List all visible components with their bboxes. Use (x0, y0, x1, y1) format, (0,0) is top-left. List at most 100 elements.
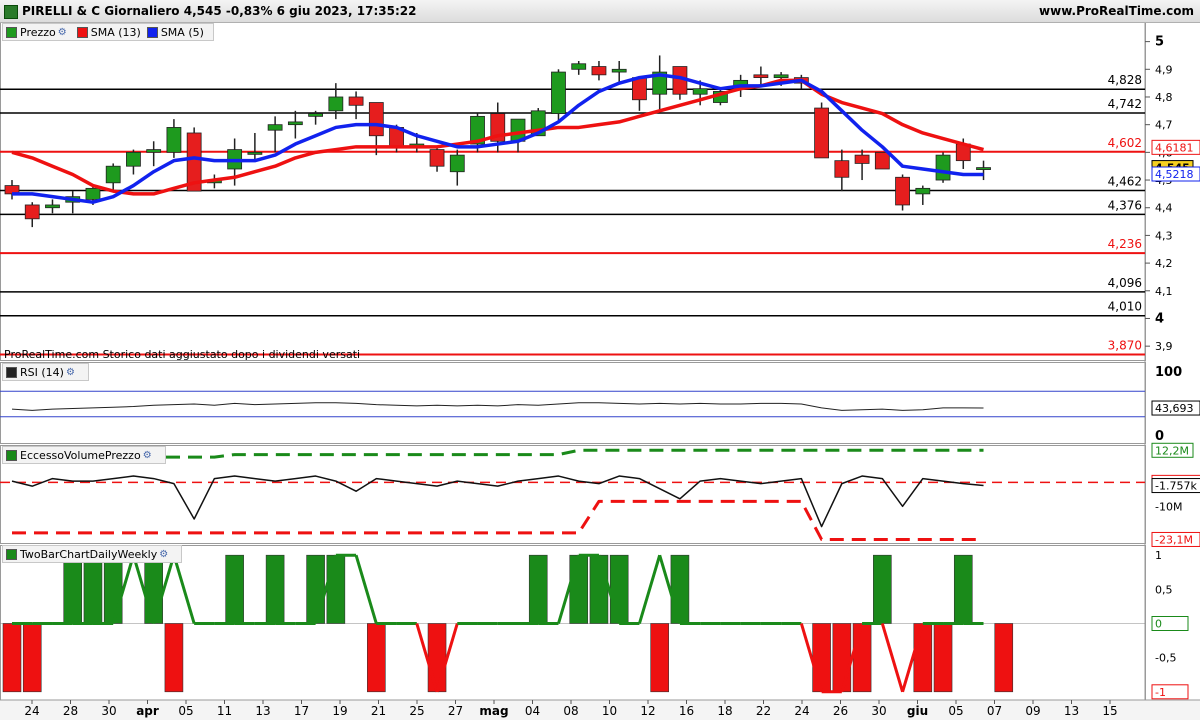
x-tick-label: 16 (679, 704, 694, 718)
candle-down (632, 77, 647, 101)
candle-up (308, 113, 324, 117)
twobar-green (873, 554, 892, 624)
twobar-legend[interactable]: TwoBarChartDailyWeekly ⚙ (2, 545, 183, 563)
instrument-icon (4, 5, 18, 19)
wrench-icon[interactable]: ⚙ (58, 27, 67, 38)
twobar-green (670, 554, 690, 624)
candle-down (24, 204, 40, 220)
twobar-green (609, 554, 629, 624)
price-y-tick-label: 4,1 (1155, 285, 1173, 298)
x-tick-label: 22 (756, 704, 771, 718)
rsi-y-tick-label: 100 (1155, 365, 1182, 380)
volume-tag: -1.757k (1155, 480, 1197, 493)
x-tick-label: 30 (871, 704, 886, 718)
x-tick-label: 09 (1025, 704, 1040, 718)
price-legend[interactable]: Prezzo ⚙ SMA (13) SMA (5) (2, 23, 214, 41)
level-label: 4,462 (1108, 175, 1142, 189)
candle-up (166, 127, 182, 153)
candle-down (429, 149, 445, 167)
x-tick-label: 19 (332, 704, 347, 718)
price-y-tick-label: 3,9 (1155, 340, 1173, 353)
candle-down (591, 66, 607, 76)
volume-y-tick-label: -10M (1155, 500, 1182, 513)
twobar-tag: 0 (1155, 618, 1162, 631)
price-tag: 4,6181 (1155, 141, 1194, 154)
candle-up (449, 154, 465, 173)
candle-up (571, 63, 587, 70)
level-label: 4,236 (1108, 237, 1142, 251)
candle-down (834, 160, 850, 178)
twobar-green (589, 554, 609, 624)
level-label: 4,010 (1108, 300, 1142, 314)
x-tick-label: 10 (602, 704, 617, 718)
x-tick-label: 30 (101, 704, 116, 718)
x-tick-label: 05 (948, 704, 963, 718)
x-tick-label: giu (907, 704, 928, 718)
wrench-icon[interactable]: ⚙ (159, 549, 168, 560)
twobar-green (569, 554, 589, 624)
x-tick-label: 24 (794, 704, 809, 718)
candle-up (85, 187, 101, 200)
candle-down (368, 102, 384, 137)
legend-sma5-label: SMA (5) (160, 25, 204, 39)
x-tick-label: 17 (294, 704, 309, 718)
price-y-tick-label: 4,3 (1155, 229, 1173, 242)
candle-up (773, 74, 789, 79)
price-y-tick-label: 4,9 (1155, 63, 1173, 76)
twobar-green (306, 554, 325, 624)
price-swatch (6, 26, 17, 38)
level-label: 4,376 (1108, 198, 1142, 212)
candle-down (753, 74, 769, 79)
twobar-line (880, 623, 904, 693)
x-tick-label: 25 (409, 704, 424, 718)
twobar-green (144, 554, 163, 624)
twobar-red (994, 623, 1014, 693)
volume-line (11, 475, 984, 528)
twobar-y-tick-label: 1 (1155, 549, 1162, 562)
rsi-line (11, 402, 984, 411)
twobar-red (913, 623, 933, 693)
x-tick-label: 11 (217, 704, 232, 718)
legend-price-label: Prezzo (20, 25, 56, 39)
twobar-green (103, 554, 123, 624)
legend-volume-label: EccessoVolumePrezzo (20, 448, 141, 462)
volume-lower-band (12, 499, 984, 541)
rsi-swatch (6, 366, 17, 378)
header-bar: PIRELLI & C Giornaliero 4,545 -0,83% 6 g… (0, 0, 1200, 23)
x-tick-label: 18 (717, 704, 732, 718)
wrench-icon[interactable]: ⚙ (66, 367, 75, 378)
price-tag: 4,5218 (1155, 168, 1194, 181)
candle-down (348, 96, 364, 106)
x-tick-label: 08 (563, 704, 578, 718)
rsi-legend[interactable]: RSI (14) ⚙ (2, 363, 89, 381)
x-tick-label: apr (136, 704, 159, 718)
panel-frame-0 (0, 22, 1146, 361)
x-tick-label: 24 (24, 704, 39, 718)
site-url[interactable]: www.ProRealTime.com (1039, 4, 1194, 18)
x-tick-label: 12 (640, 704, 655, 718)
twobar-line (354, 554, 378, 624)
volume-tag: -23,1M (1155, 533, 1193, 546)
twobar-red (2, 623, 22, 693)
wrench-icon[interactable]: ⚙ (143, 450, 152, 461)
level-label: 4,742 (1108, 97, 1142, 111)
price-y-tick-label: 4,7 (1155, 119, 1173, 132)
twobar-y-tick-label: 0,5 (1155, 583, 1173, 596)
x-tick-label: 05 (178, 704, 193, 718)
price-y-tick-label: 4,4 (1155, 202, 1173, 215)
twobar-y-tick-label: -0,5 (1155, 652, 1176, 665)
candle-up (611, 68, 627, 73)
level-label: 4,828 (1108, 73, 1142, 87)
watermark-text: ProRealTime.com Storico dati aggiustato … (4, 348, 361, 361)
price-y-tick-label: 5 (1155, 35, 1164, 50)
candle-up (146, 149, 162, 153)
candle-up (976, 167, 991, 170)
twobar-red (427, 623, 447, 693)
candle-up (551, 71, 566, 114)
twobar-green (63, 554, 83, 624)
twobar-green (265, 554, 285, 624)
volume-swatch (6, 449, 17, 461)
x-tick-label: 27 (448, 704, 463, 718)
volume-legend[interactable]: EccessoVolumePrezzo ⚙ (2, 446, 166, 464)
twobar-red (852, 623, 872, 693)
